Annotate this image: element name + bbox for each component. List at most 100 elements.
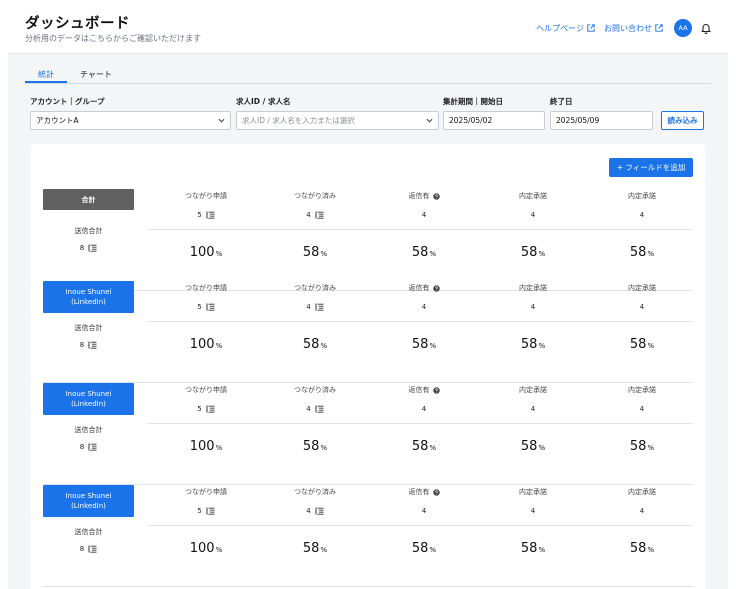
metric-percent: 58% [370, 435, 479, 454]
metric-column: 内定承諾 4 [479, 191, 588, 220]
metric-label: 返信有 [370, 283, 479, 293]
send-total-label: 送信合計 [74, 426, 103, 434]
help-circle-icon [432, 284, 440, 292]
metric-percent: 58% [261, 333, 370, 352]
metric-column: つながり申請 5 [152, 385, 261, 414]
page-title: ダッシュボード [25, 16, 130, 32]
metric-percent: 58% [261, 435, 370, 454]
help-circle-icon [432, 488, 440, 496]
percent-unit: % [538, 250, 546, 258]
metric-count: 4 [261, 404, 370, 414]
percent-unit: % [215, 444, 223, 452]
metric-count: 4 [370, 210, 479, 220]
metric-count: 5 [152, 302, 261, 312]
job-label: 求人ID / 求人名 [236, 97, 291, 106]
stats-group: 合計 送信合計 8 つながり申請 5 100% つながり済み 4 58% 返信有 4 58% 内定承諾 4… [43, 189, 693, 291]
percent-number: 58 [302, 439, 320, 454]
account-select[interactable]: アカウントA [30, 111, 231, 130]
metric-count: 4 [588, 506, 697, 516]
metric-percent: 58% [588, 435, 697, 454]
metric-count-value: 4 [530, 507, 536, 515]
metric-percent-value: 100% [190, 541, 222, 556]
metric-label-text: つながり申請 [185, 386, 227, 394]
list-icon [206, 211, 215, 219]
header-links: ヘルプページ お問い合わせ AA [536, 19, 712, 37]
row-divider [147, 525, 693, 526]
metric-count: 4 [370, 506, 479, 516]
metric-count: 4 [479, 506, 588, 516]
user-avatar[interactable]: AA [674, 19, 692, 37]
metric-column: つながり済み 4 [261, 385, 370, 414]
metric-count: 4 [261, 210, 370, 220]
list-icon [315, 405, 324, 413]
metric-count: 4 [588, 210, 697, 220]
load-button[interactable]: 読み込み [661, 111, 704, 130]
percent-unit: % [647, 546, 655, 554]
metric-count: 4 [479, 404, 588, 414]
page-subtitle: 分析用のデータはこちらからご確認いただけます [25, 34, 201, 43]
metric-label: つながり済み [261, 191, 370, 201]
stats-group: Inoue Shunei (LinkedIn) 送信合計 8 つながり申請 5 100% つ… [43, 485, 693, 587]
metric-count: 4 [261, 302, 370, 312]
metric-column: つながり申請 5 [152, 191, 261, 220]
percent-unit: % [647, 444, 655, 452]
percent-number: 58 [411, 541, 429, 556]
percent-unit: % [538, 546, 546, 554]
percent-unit: % [538, 444, 546, 452]
send-total-count: 8 [79, 443, 85, 451]
stats-group: Inoue Shunei (LinkedIn) 送信合計 8 つながり申請 5 100% つ… [43, 281, 693, 383]
percent-unit: % [215, 342, 223, 350]
help-page-link[interactable]: ヘルプページ [536, 23, 595, 34]
metric-label-text: 内定承諾 [628, 488, 656, 496]
metric-label: つながり済み [261, 385, 370, 395]
metric-percent-value: 58% [303, 439, 327, 454]
bell-icon[interactable] [700, 22, 712, 34]
metric-percent-value: 58% [630, 337, 654, 352]
end-date-input[interactable]: 2025/05/09 [550, 111, 653, 130]
list-icon [206, 405, 215, 413]
metric-percent: 58% [588, 333, 697, 352]
percent-number: 58 [629, 439, 647, 454]
job-select[interactable]: 求人ID / 求人名を入力または選択 [236, 111, 439, 130]
metric-count: 4 [370, 302, 479, 312]
account-select-value: アカウントA [36, 116, 79, 125]
metric-column: 返信有 4 [370, 283, 479, 312]
contact-link[interactable]: お問い合わせ [604, 23, 663, 34]
add-field-button[interactable]: + フィールドを追加 [609, 158, 693, 177]
metric-count-value: 4 [421, 303, 427, 311]
metric-label-text: 内定承諾 [628, 284, 656, 292]
period-start-label: 集計期間｜開始日 [443, 97, 503, 106]
row-divider [147, 423, 693, 424]
metric-label: 内定承諾 [588, 385, 697, 395]
metric-label: 内定承諾 [479, 283, 588, 293]
percent-unit: % [320, 342, 328, 350]
send-total-value: 8 [43, 341, 134, 349]
percent-unit: % [320, 546, 328, 554]
list-icon [88, 341, 97, 349]
metric-count: 5 [152, 404, 261, 414]
metric-label: 内定承諾 [588, 487, 697, 497]
percent-number: 58 [520, 245, 538, 260]
metric-label-text: つながり済み [294, 192, 336, 200]
list-icon [88, 244, 97, 252]
stats-group: Inoue Shunei (LinkedIn) 送信合計 8 つながり申請 5 100% つ… [43, 383, 693, 485]
metric-count-value: 4 [306, 405, 311, 413]
metric-percent: 100% [152, 537, 261, 556]
metric-count-value: 4 [530, 405, 536, 413]
percent-unit: % [320, 444, 328, 452]
list-icon [206, 303, 215, 311]
metric-percent: 58% [588, 537, 697, 556]
percent-unit: % [320, 250, 328, 258]
metric-label: 返信有 [370, 487, 479, 497]
percent-number: 58 [629, 245, 647, 260]
percent-unit: % [429, 444, 437, 452]
percent-number: 100 [189, 337, 215, 352]
tab-stats[interactable]: 統計 [25, 66, 67, 83]
tab-chart[interactable]: チャート [67, 66, 125, 83]
start-date-input[interactable]: 2025/05/02 [443, 111, 545, 130]
metric-percent-value: 58% [303, 245, 327, 260]
metric-count: 4 [588, 302, 697, 312]
percent-unit: % [429, 250, 437, 258]
metric-count-value: 5 [197, 507, 202, 515]
metric-label-text: 返信有 [408, 192, 430, 200]
